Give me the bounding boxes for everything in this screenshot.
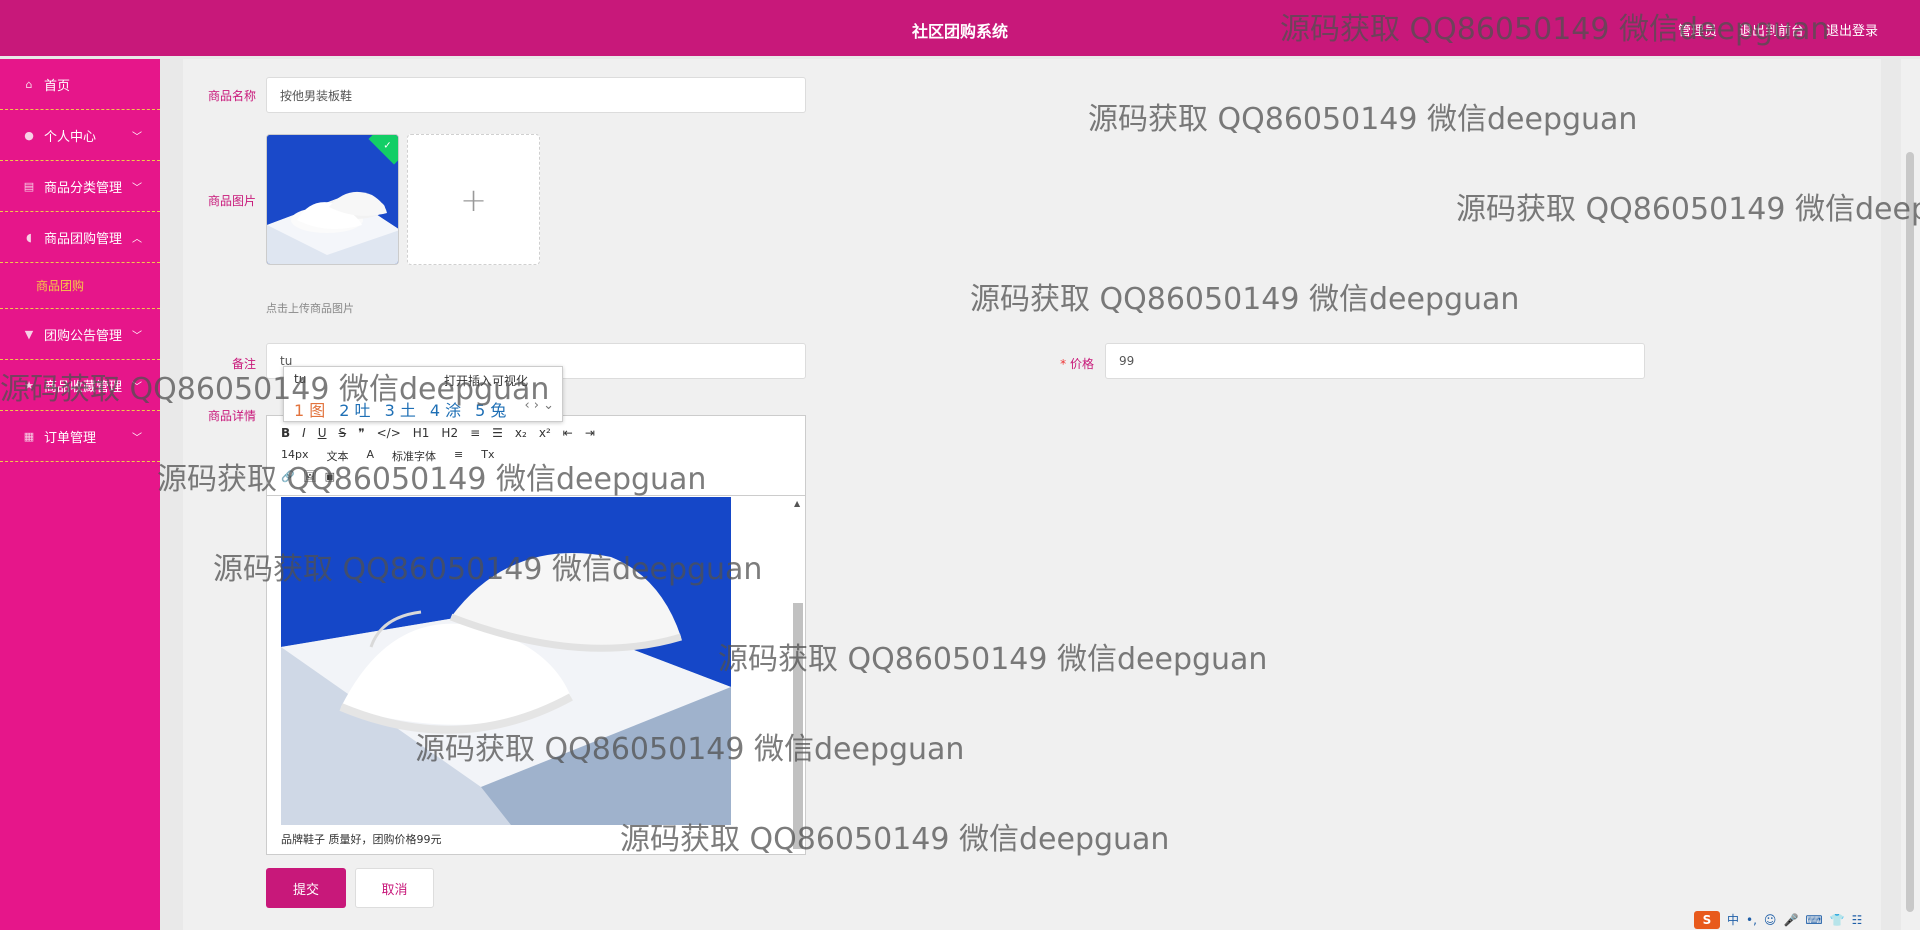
- watermark-text: 源码获取 QQ86050149 微信deepguan: [1456, 192, 1920, 227]
- watermark-text: 源码获取 QQ86050149 微信deepguan: [0, 372, 550, 407]
- ime-tray: S 中 •, ☺ 🎤 ⌨ 👕 ☷: [1694, 909, 1920, 930]
- watermark-text: 源码获取 QQ86050149 微信deepguan: [1280, 12, 1830, 47]
- chevron-down-icon: ﹀: [132, 331, 142, 342]
- logout-link[interactable]: 退出登录: [1826, 20, 1878, 39]
- chevron-up-icon: ︿: [132, 234, 142, 245]
- user-icon: ●: [24, 128, 34, 142]
- sidebar-item-label: 团购公告管理: [44, 328, 123, 344]
- sidebar-item-label: 商品团购管理: [44, 231, 123, 247]
- sogou-logo-icon[interactable]: S: [1694, 910, 1720, 929]
- page-scrollbar-thumb[interactable]: [1906, 152, 1914, 912]
- home-icon: ⌂: [25, 77, 33, 91]
- emoji-icon[interactable]: ☺: [1764, 913, 1777, 927]
- sidebar-subitem-groupbuy[interactable]: 商品团购: [0, 263, 160, 309]
- toolbox-icon[interactable]: ☷: [1852, 913, 1863, 927]
- price-label: * 价格: [1030, 355, 1094, 372]
- clipboard-icon: ▤: [23, 179, 35, 193]
- ime-lang-indicator[interactable]: 中: [1727, 911, 1739, 928]
- ordered-list-button[interactable]: ≡: [470, 426, 480, 440]
- sidebar-item-label: 个人中心: [44, 129, 97, 145]
- sidebar-item-profile[interactable]: ● 个人中心 ﹀: [0, 110, 160, 161]
- code-button[interactable]: </>: [377, 426, 401, 440]
- uploaded-image-thumb[interactable]: ✓: [266, 134, 399, 265]
- sidebar-item-label: 首页: [44, 78, 71, 94]
- watermark-text: 源码获取 QQ86050149 微信deepguan: [157, 462, 707, 497]
- add-image-button[interactable]: +: [407, 134, 540, 265]
- flag-icon: ▼: [24, 327, 34, 341]
- price-label-text: 价格: [1069, 357, 1094, 371]
- sidebar-item-groupbuy[interactable]: ◖ 商品团购管理 ︿: [0, 212, 160, 263]
- watermark-text: 源码获取 QQ86050149 微信deepguan: [620, 822, 1170, 857]
- watermark-text: 源码获取 QQ86050149 微信deepguan: [415, 732, 965, 767]
- upload-hint: 点击上传商品图片: [266, 302, 354, 315]
- h2-button[interactable]: H2: [441, 426, 458, 440]
- scroll-up-icon[interactable]: ▲: [794, 499, 800, 508]
- skin-icon[interactable]: 👕: [1830, 913, 1845, 927]
- editor-content-text: 品牌鞋子 质量好，团购价格99元: [281, 833, 442, 846]
- sidebar-item-orders[interactable]: ▦ 订单管理 ﹀: [0, 411, 160, 462]
- chevron-down-icon: ﹀: [132, 433, 142, 444]
- chevron-down-icon: ﹀: [132, 183, 142, 194]
- strike-button[interactable]: S: [339, 426, 347, 440]
- keyboard-icon[interactable]: ⌨: [1805, 913, 1822, 927]
- underline-button[interactable]: U: [318, 426, 327, 440]
- toolbar-row-1: B I U S ❞ </> H1 H2 ≡ ☰ x₂ x² ⇤ ⇥: [281, 426, 595, 440]
- plus-icon: +: [460, 180, 487, 219]
- required-mark: *: [1060, 357, 1067, 371]
- check-icon: ✓: [383, 140, 392, 152]
- watermark-text: 源码获取 QQ86050149 微信deepguan: [1088, 102, 1638, 137]
- product-name-input[interactable]: 按他男装板鞋: [266, 77, 806, 113]
- watermark-text: 源码获取 QQ86050149 微信deepguan: [970, 282, 1520, 317]
- sidebar: ⌂ 首页 ● 个人中心 ﹀ ▤ 商品分类管理 ﹀ ◖ 商品团购管理 ︿ 商品团购…: [0, 59, 160, 930]
- price-input[interactable]: 99: [1105, 343, 1645, 379]
- mic-icon[interactable]: 🎤: [1783, 913, 1798, 927]
- outdent-button[interactable]: ⇤: [563, 426, 573, 440]
- sidebar-item-notice[interactable]: ▼ 团购公告管理 ﹀: [0, 309, 160, 360]
- product-name-label: 商品名称: [207, 89, 256, 103]
- shoe-image: [267, 135, 398, 264]
- indent-button[interactable]: ⇥: [585, 426, 595, 440]
- bold-button[interactable]: B: [281, 426, 290, 440]
- sidebar-item-home[interactable]: ⌂ 首页: [0, 59, 160, 110]
- sidebar-item-label: 商品分类管理: [44, 180, 123, 196]
- product-image-label: 商品图片: [207, 194, 256, 208]
- punctuation-icon[interactable]: •,: [1746, 913, 1757, 927]
- cancel-button[interactable]: 取消: [355, 868, 434, 908]
- sidebar-item-category[interactable]: ▤ 商品分类管理 ﹀: [0, 161, 160, 212]
- sidebar-item-label: 订单管理: [44, 430, 97, 446]
- bullet-list-button[interactable]: ☰: [492, 426, 503, 440]
- detail-label: 商品详情: [207, 409, 256, 423]
- subscript-button[interactable]: x₂: [515, 426, 527, 440]
- chevron-down-icon: ﹀: [132, 132, 142, 143]
- superscript-button[interactable]: x²: [539, 426, 551, 440]
- watermark-text: 源码获取 QQ86050149 微信deepguan: [213, 552, 763, 587]
- h1-button[interactable]: H1: [413, 426, 430, 440]
- italic-button[interactable]: I: [302, 426, 306, 440]
- quote-button[interactable]: ❞: [358, 426, 364, 440]
- grid-icon: ▦: [23, 429, 35, 443]
- watermark-text: 源码获取 QQ86050149 微信deepguan: [718, 642, 1268, 677]
- submit-button[interactable]: 提交: [266, 868, 346, 908]
- bulb-icon: ◖: [26, 230, 32, 244]
